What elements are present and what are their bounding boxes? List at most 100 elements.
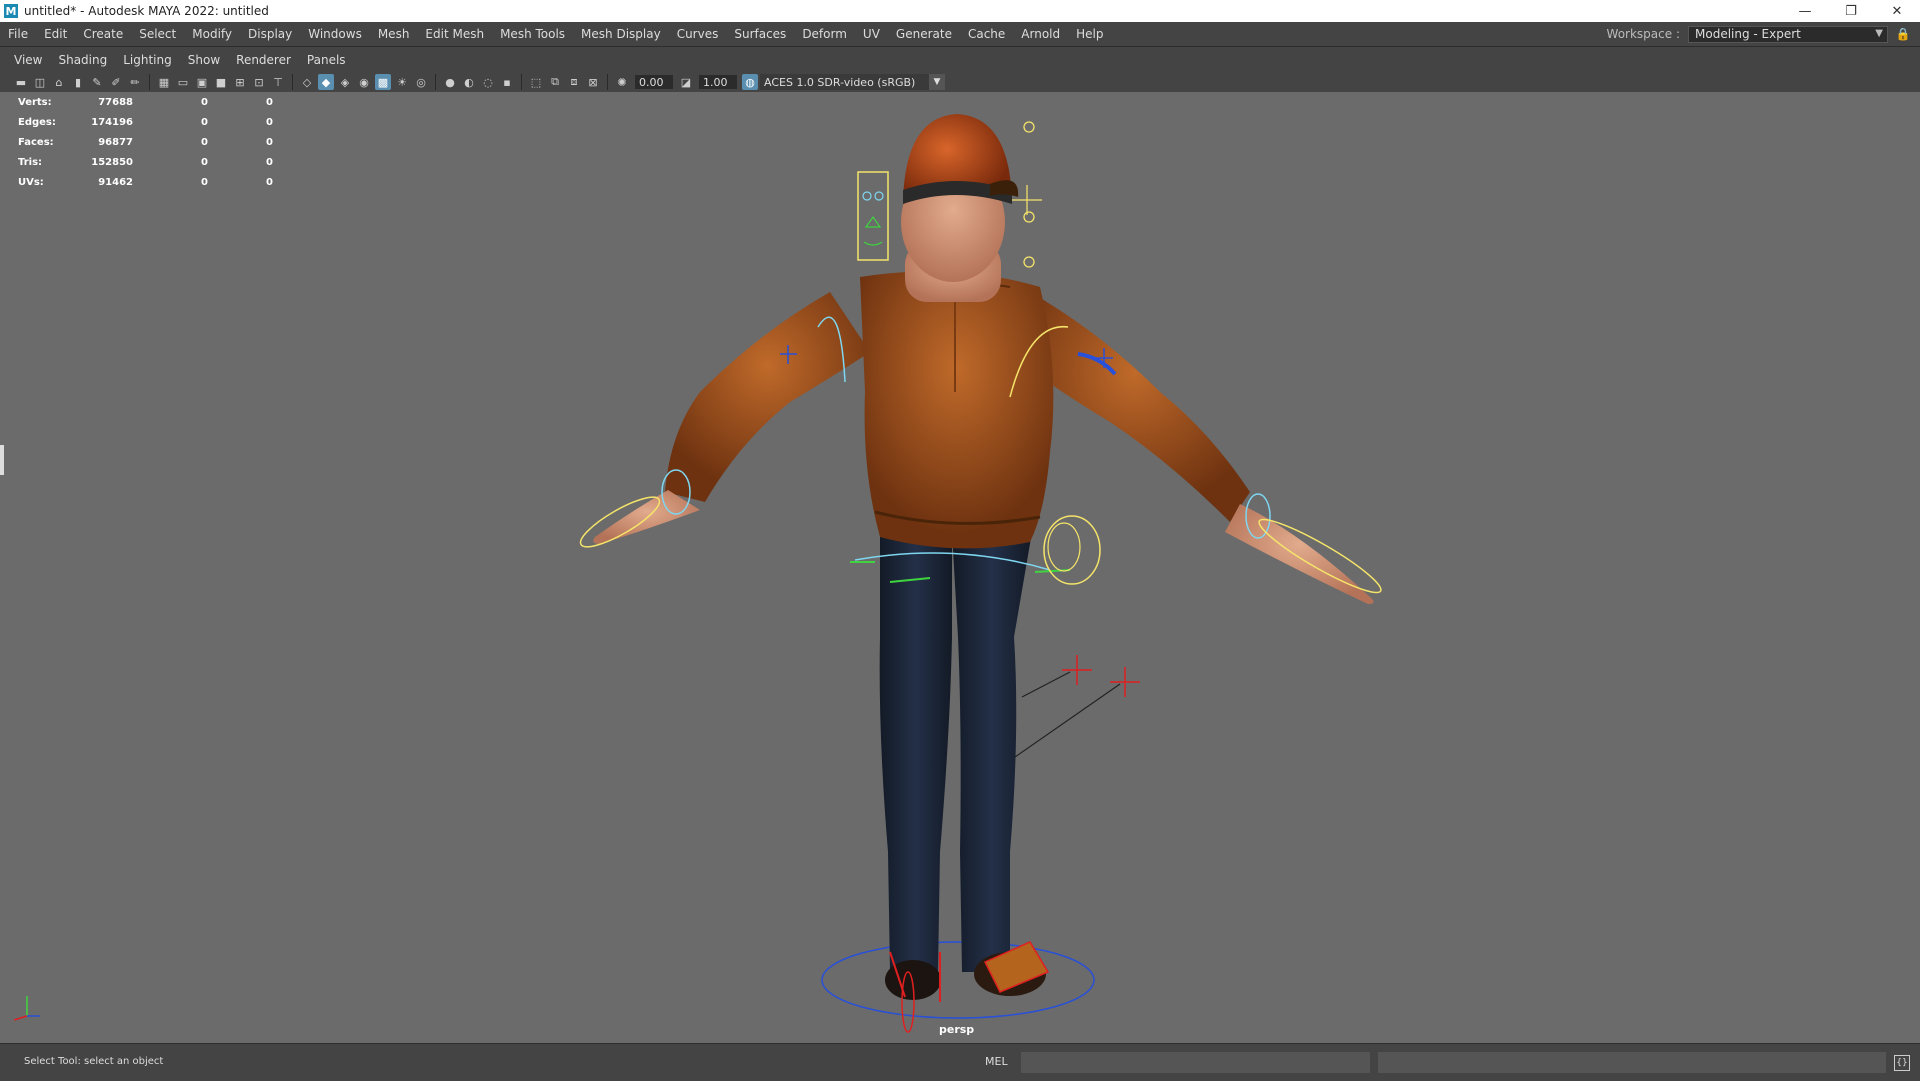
chevron-down-icon: ▼ xyxy=(1875,27,1883,39)
bookmark-icon[interactable]: ⌂ xyxy=(51,74,67,90)
menu-help[interactable]: Help xyxy=(1068,27,1111,41)
xray-icon[interactable]: ◎ xyxy=(413,74,429,90)
workspace-label: Workspace : xyxy=(1606,27,1680,41)
help-line: Select Tool: select an object xyxy=(24,1056,164,1067)
panel-menu-shading[interactable]: Shading xyxy=(50,53,115,67)
gamma-field[interactable]: 1.00 xyxy=(699,75,737,89)
facial-mouth-control xyxy=(864,215,882,228)
command-input-field[interactable] xyxy=(1021,1052,1370,1073)
right-hand xyxy=(1225,504,1374,604)
left-arm xyxy=(665,292,870,502)
grease-pencil-icon[interactable]: ✐ xyxy=(108,74,124,90)
textured-icon[interactable]: ◉ xyxy=(356,74,372,90)
menu-windows[interactable]: Windows xyxy=(300,27,370,41)
panel-menu-renderer[interactable]: Renderer xyxy=(228,53,299,67)
close-button[interactable]: ✕ xyxy=(1874,0,1920,22)
gamma-icon[interactable]: ◪ xyxy=(678,74,694,90)
panel-menu-view[interactable]: View xyxy=(6,53,50,67)
menu-mesh-tools[interactable]: Mesh Tools xyxy=(492,27,573,41)
help-and-command-line: Select Tool: select an object MEL {} xyxy=(0,1043,1920,1081)
menu-edit[interactable]: Edit xyxy=(36,27,75,41)
maya-logo-icon: M xyxy=(4,4,18,18)
anti-aliasing-icon[interactable]: ◌ xyxy=(480,74,496,90)
menu-mesh-display[interactable]: Mesh Display xyxy=(573,27,669,41)
torso-jacket xyxy=(860,271,1054,549)
facial-jaw-control xyxy=(863,241,883,246)
wireframe-icon[interactable]: ◇ xyxy=(299,74,315,90)
menu-cache[interactable]: Cache xyxy=(960,27,1013,41)
backface-culling-icon[interactable]: ⊠ xyxy=(585,74,601,90)
minimize-button[interactable]: — xyxy=(1782,0,1828,22)
toolbar-divider xyxy=(292,74,293,90)
use-all-lights-icon[interactable]: ▩ xyxy=(375,74,391,90)
menu-create[interactable]: Create xyxy=(75,27,131,41)
camera-name-label: persp xyxy=(939,1023,975,1036)
menu-uv[interactable]: UV xyxy=(855,27,888,41)
motion-blur-icon[interactable]: ◐ xyxy=(461,74,477,90)
2d-pan-zoom-icon[interactable]: ✎ xyxy=(89,74,105,90)
ambient-occlusion-icon[interactable]: ● xyxy=(442,74,458,90)
neck-control xyxy=(1023,256,1035,268)
safe-action-icon[interactable]: ⊡ xyxy=(251,74,267,90)
color-management-icon[interactable]: ◍ xyxy=(742,74,758,90)
smooth-shade-icon[interactable]: ◆ xyxy=(318,74,334,90)
panel-toolbar: ▬ ◫ ⌂ ▮ ✎ ✐ ✏ ▦ ▭ ▣ ■ ⊞ ⊡ ⊤ ◇ ◆ ◈ ◉ ▩ ☀ … xyxy=(0,72,1920,92)
facial-eye-control xyxy=(874,191,884,201)
menu-file[interactable]: File xyxy=(0,27,36,41)
wireframe-on-shaded-icon[interactable]: ◈ xyxy=(337,74,353,90)
gate-mask-icon[interactable]: ■ xyxy=(213,74,229,90)
field-chart-icon[interactable]: ⊞ xyxy=(232,74,248,90)
view-axis-icon xyxy=(13,996,40,1021)
menu-modify[interactable]: Modify xyxy=(184,27,240,41)
right-leg xyxy=(952,532,1032,972)
head-aim-control xyxy=(1023,121,1035,133)
script-editor-icon[interactable]: {} xyxy=(1894,1055,1910,1071)
resolution-gate-icon[interactable]: ▣ xyxy=(194,74,210,90)
menu-edit-mesh[interactable]: Edit Mesh xyxy=(417,27,492,41)
character-rig-model[interactable] xyxy=(0,92,1920,1043)
film-gate-icon[interactable]: ▭ xyxy=(175,74,191,90)
lock-icon[interactable]: 🔒 xyxy=(1896,26,1911,42)
safe-title-icon[interactable]: ⊤ xyxy=(270,74,286,90)
exposure-field[interactable]: 0.00 xyxy=(635,75,673,89)
pencil-icon[interactable]: ✏ xyxy=(127,74,143,90)
restore-button[interactable]: ❐ xyxy=(1828,0,1874,22)
xray-active-icon[interactable]: ⧈ xyxy=(566,74,582,90)
view-transform-dropdown[interactable]: ACES 1.0 SDR-video (sRGB) ▼ xyxy=(760,74,945,90)
eye-aim-control xyxy=(1023,211,1035,223)
menu-display[interactable]: Display xyxy=(240,27,300,41)
depth-of-field-icon[interactable]: ▪ xyxy=(499,74,515,90)
left-shoe xyxy=(885,960,941,1000)
select-camera-icon[interactable]: ▬ xyxy=(13,74,29,90)
knee-pole-vector-left xyxy=(1062,655,1092,685)
title-bar: M untitled* - Autodesk MAYA 2022: untitl… xyxy=(0,0,1920,22)
xray-joints-icon[interactable]: ⧉ xyxy=(547,74,563,90)
toolbar-divider xyxy=(607,74,608,90)
panel-menu-panels[interactable]: Panels xyxy=(299,53,354,67)
menu-arnold[interactable]: Arnold xyxy=(1013,27,1068,41)
grid-icon[interactable]: ▦ xyxy=(156,74,172,90)
camera-attributes-icon[interactable]: ◫ xyxy=(32,74,48,90)
menu-curves[interactable]: Curves xyxy=(669,27,727,41)
shadows-icon[interactable]: ☀ xyxy=(394,74,410,90)
image-plane-icon[interactable]: ▮ xyxy=(70,74,86,90)
command-result-field xyxy=(1378,1052,1886,1073)
panel-menu-lighting[interactable]: Lighting xyxy=(115,53,180,67)
panel-menu-show[interactable]: Show xyxy=(180,53,228,67)
command-language-toggle[interactable]: MEL xyxy=(985,1055,1008,1068)
menu-deform[interactable]: Deform xyxy=(794,27,855,41)
menu-generate[interactable]: Generate xyxy=(888,27,960,41)
menu-mesh[interactable]: Mesh xyxy=(370,27,418,41)
workspace-selector: Workspace : Modeling - Expert ▼ 🔒 xyxy=(1607,22,1910,46)
perspective-viewport[interactable]: Verts: 77688 0 0 Edges: 174196 0 0 Faces… xyxy=(0,92,1920,1043)
root-control-circle xyxy=(821,941,1095,1019)
right-arm xyxy=(1020,292,1250,522)
left-leg xyxy=(879,532,952,972)
exposure-icon[interactable]: ✺ xyxy=(614,74,630,90)
menu-surfaces[interactable]: Surfaces xyxy=(726,27,794,41)
toolbar-divider xyxy=(435,74,436,90)
menu-select[interactable]: Select xyxy=(131,27,184,41)
isolate-select-icon[interactable]: ⬚ xyxy=(528,74,544,90)
workspace-dropdown[interactable]: Modeling - Expert ▼ xyxy=(1688,25,1888,43)
knee-pole-line xyxy=(1014,671,1121,758)
